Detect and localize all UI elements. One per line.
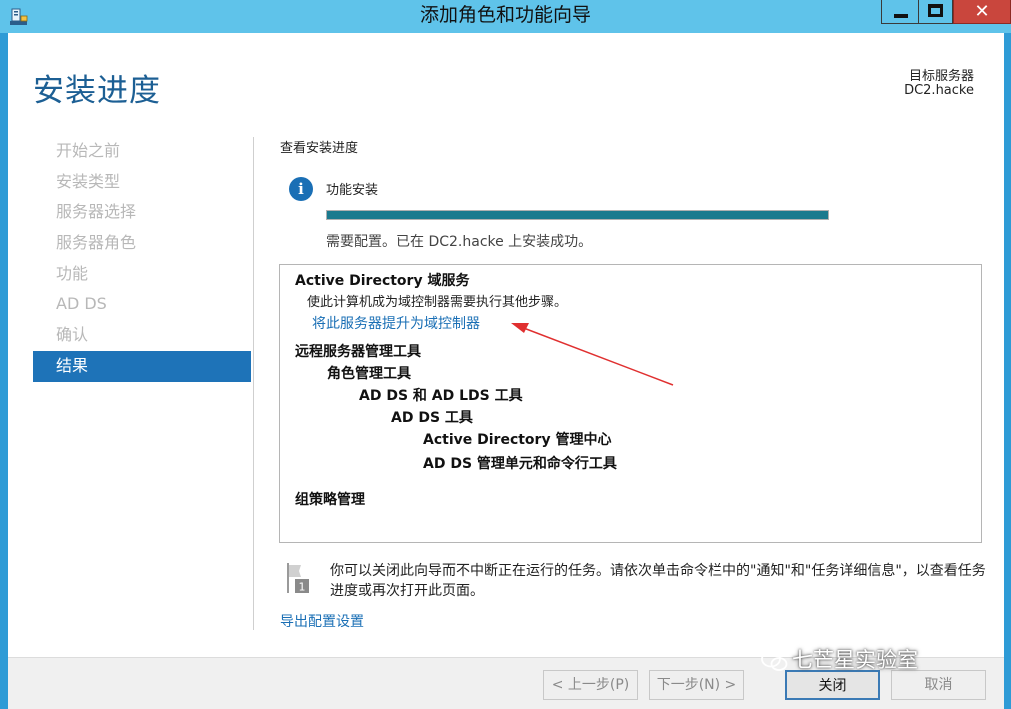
promote-to-dc-link[interactable]: 将此服务器提升为域控制器 [312,313,480,333]
result-gpm: 组策略管理 [295,492,365,508]
install-progress-bar [326,210,829,220]
nav-item-installation-type: 安装类型 [56,171,121,191]
maximize-icon [928,4,943,17]
close-icon: ✕ [974,1,990,22]
result-ad-ds-desc: 使此计算机成为域控制器需要执行其他步骤。 [307,295,568,310]
result-ad-ds-title: Active Directory 域服务 [295,273,470,289]
results-list: Active Directory 域服务 使此计算机成为域控制器需要执行其他步骤… [279,264,982,543]
progress-fill [327,211,828,219]
wechat-icon [761,650,788,671]
nav-item-server-roles: 服务器角色 [56,233,137,253]
flag-notification-icon: 1 [287,563,309,594]
nav-item-confirmation: 确认 [56,325,89,345]
window-title: 添加角色和功能向导 [419,4,591,26]
result-ad-ds-snapins: AD DS 管理单元和命令行工具 [423,456,617,472]
next-button[interactable]: 下一步(N) > [649,670,744,700]
cancel-button[interactable]: 取消 [891,670,986,700]
title-bar: 添加角色和功能向导 ✕ [0,0,1011,33]
result-ad-ds-tools: AD DS 工具 [391,410,473,426]
watermark: 七芒星实验室 [760,644,918,674]
wizard-nav: 开始之前 安装类型 服务器选择 服务器角色 功能 AD DS 确认 结果 [33,136,251,382]
watermark-text: 七芒星实验室 [792,648,918,672]
target-server-label: 目标服务器 [908,69,974,84]
notification-note: 你可以关闭此向导而不中断正在运行的任务。请依次单击命令栏中的"通知"和"任务详细… [330,563,986,599]
close-window-button[interactable]: ✕ [953,0,1011,24]
install-status-text: 需要配置。已在 DC2.hacke 上安装成功。 [326,234,593,250]
nav-item-ad-ds: AD DS [56,294,107,314]
previous-button[interactable]: < 上一步(P) [543,670,638,700]
page-title: 安装进度 [33,73,161,109]
feature-installation-label: 功能安装 [326,183,379,198]
export-config-link[interactable]: 导出配置设置 [280,611,364,631]
annotation-arrow [511,323,674,386]
nav-divider [253,137,254,630]
note-badge-number: 1 [299,581,306,594]
close-button[interactable]: 关闭 [785,670,880,700]
result-ad-ds-lds-tools: AD DS 和 AD LDS 工具 [359,388,523,404]
wizard-body: 安装进度 目标服务器 DC2.hacke 开始之前 安装类型 服务器选择 服务器… [8,33,1004,709]
result-role-tools: 角色管理工具 [327,366,411,382]
minimize-icon [894,14,908,18]
info-icon: i [289,177,313,201]
minimize-button[interactable] [881,0,919,24]
maximize-button[interactable] [919,0,953,24]
nav-item-server-selection: 服务器选择 [56,202,137,222]
target-server-value: DC2.hacke [904,83,974,98]
nav-item-before-you-begin: 开始之前 [56,141,121,160]
nav-item-results[interactable]: 结果 [33,350,251,382]
result-ad-admin-center: Active Directory 管理中心 [423,432,612,448]
result-rsat: 远程服务器管理工具 [295,344,421,360]
nav-item-features: 功能 [56,263,89,283]
section-heading: 查看安装进度 [280,141,359,156]
